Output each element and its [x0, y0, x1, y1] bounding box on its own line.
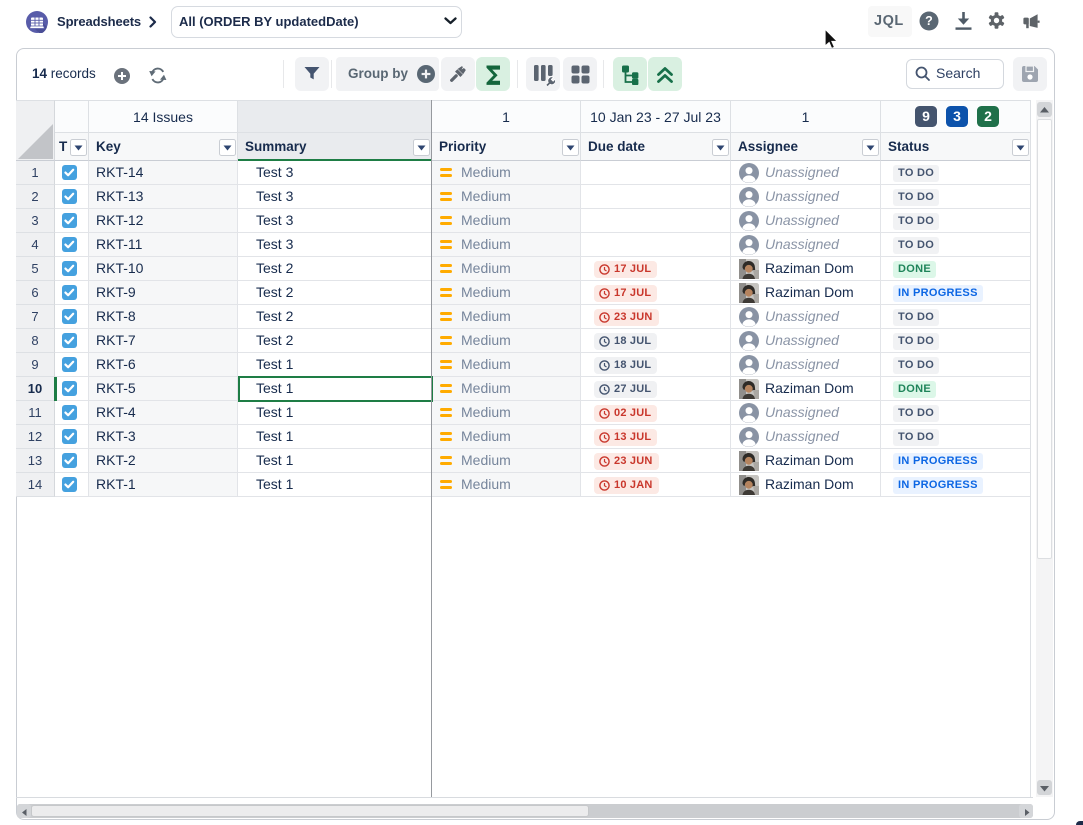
svg-text:?: ?: [925, 14, 933, 28]
